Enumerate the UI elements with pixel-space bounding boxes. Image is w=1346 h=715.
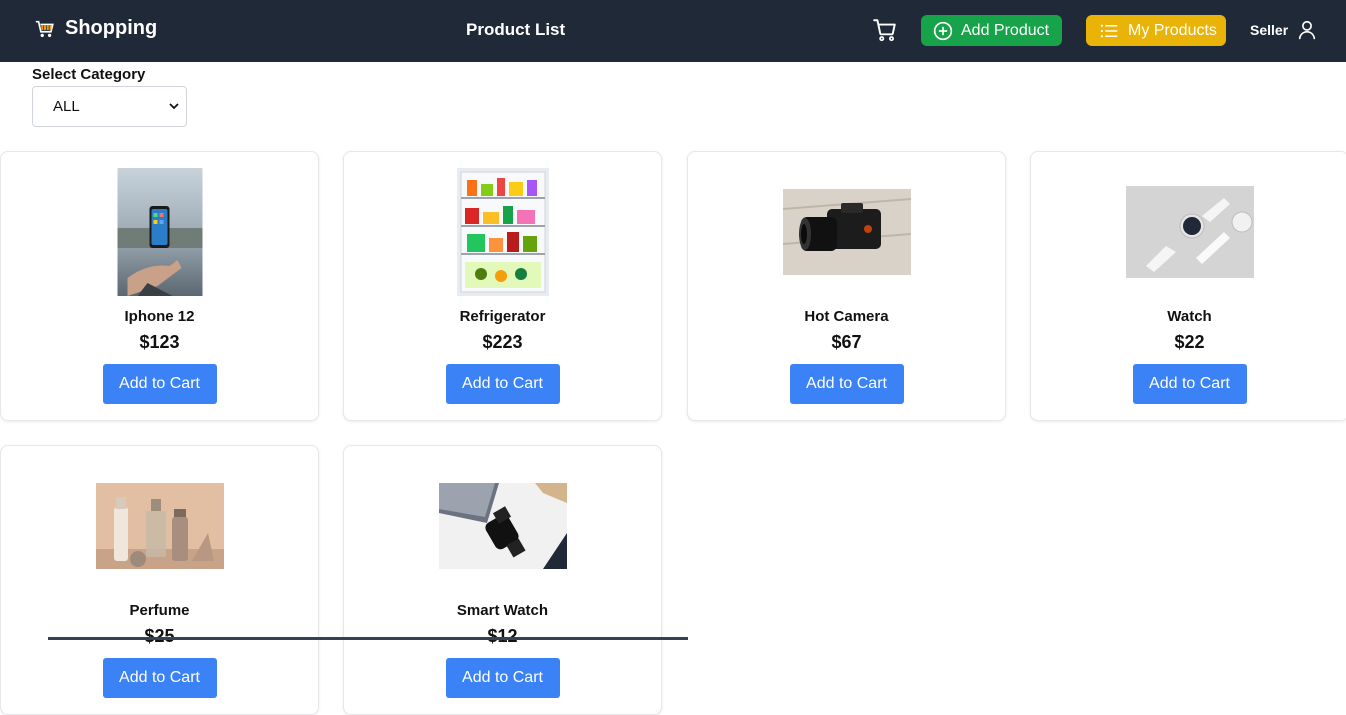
- brand-name: Shopping: [65, 17, 158, 39]
- product-image-phone: [117, 168, 202, 296]
- add-product-button[interactable]: Add Product: [921, 15, 1062, 46]
- add-to-cart-button[interactable]: Add to Cart: [445, 658, 560, 698]
- product-card: Watch $22 Add to Cart: [1030, 151, 1346, 421]
- cart-icon[interactable]: [872, 17, 898, 43]
- seller-account[interactable]: Seller: [1250, 18, 1318, 42]
- shopping-cart-logo-icon: [35, 20, 54, 37]
- list-icon: [1100, 24, 1118, 37]
- product-image-camera: [782, 189, 911, 275]
- product-image-smart-watch: [438, 483, 567, 569]
- product-name: Smart Watch: [456, 602, 549, 619]
- add-to-cart-button[interactable]: Add to Cart: [1132, 364, 1247, 404]
- product-card: Hot Camera $67 Add to Cart: [687, 151, 1006, 421]
- add-to-cart-button[interactable]: Add to Cart: [445, 364, 560, 404]
- page-title: Product List: [466, 20, 566, 39]
- product-card: Refrigerator $223 Add to Cart: [343, 151, 662, 421]
- user-icon: [1298, 20, 1316, 40]
- add-to-cart-button[interactable]: Add to Cart: [102, 658, 217, 698]
- category-selected-value: ALL: [53, 98, 80, 115]
- chevron-down-icon: [169, 103, 179, 110]
- product-price: $67: [831, 332, 862, 352]
- product-name: Hot Camera: [804, 308, 889, 325]
- product-name: Watch: [1167, 308, 1212, 325]
- product-price: $223: [482, 332, 523, 352]
- product-image-perfume: [95, 483, 224, 569]
- my-products-button[interactable]: My Products: [1086, 15, 1226, 46]
- product-card: Perfume $25 Add to Cart: [0, 445, 319, 715]
- plus-circle-icon: [933, 21, 953, 40]
- product-name: Refrigerator: [459, 308, 546, 325]
- product-name: Perfume: [129, 602, 190, 619]
- category-select[interactable]: ALL: [32, 86, 187, 127]
- my-products-label: My Products: [1128, 21, 1217, 39]
- add-to-cart-button[interactable]: Add to Cart: [789, 364, 904, 404]
- product-card: Smart Watch $12 Add to Cart: [343, 445, 662, 715]
- product-price: $22: [1174, 332, 1205, 352]
- top-navbar: Shopping Product List Add Product My Pro…: [0, 0, 1346, 62]
- category-label: Select Category: [32, 66, 146, 83]
- product-image-refrigerator: [456, 168, 549, 296]
- product-price: $123: [139, 332, 180, 352]
- product-name: Iphone 12: [124, 308, 195, 325]
- product-card: Iphone 12 $123 Add to Cart: [0, 151, 319, 421]
- product-image-watch: [1125, 186, 1254, 278]
- add-to-cart-button[interactable]: Add to Cart: [102, 364, 217, 404]
- add-product-label: Add Product: [961, 21, 1050, 39]
- seller-label: Seller: [1250, 22, 1289, 38]
- brand[interactable]: Shopping: [34, 17, 157, 40]
